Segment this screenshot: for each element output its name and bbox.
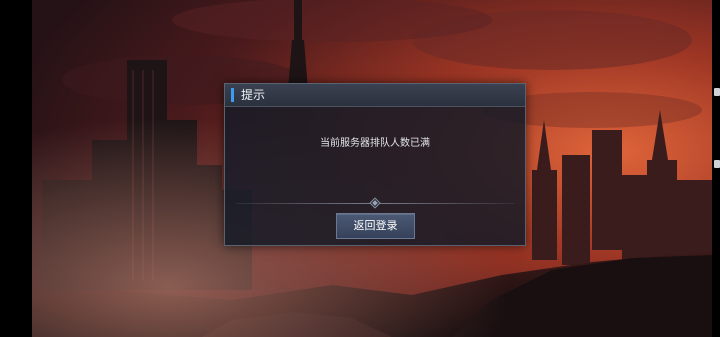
right-letterbox xyxy=(712,0,720,337)
dialog-title: 提示 xyxy=(241,88,266,102)
left-letterbox xyxy=(0,0,32,337)
return-to-login-button[interactable]: 返回登录 xyxy=(336,213,415,239)
edge-indicator-icon xyxy=(714,160,720,168)
edge-indicator-icon xyxy=(714,88,720,96)
notice-dialog: 提示 当前服务器排队人数已满 返回登录 xyxy=(224,83,526,246)
title-accent-bar xyxy=(231,88,234,102)
game-screen: 提示 当前服务器排队人数已满 返回登录 xyxy=(0,0,720,337)
dialog-header: 提示 xyxy=(225,84,525,107)
dialog-message: 当前服务器排队人数已满 xyxy=(320,138,430,149)
diamond-ornament-icon xyxy=(369,197,381,209)
